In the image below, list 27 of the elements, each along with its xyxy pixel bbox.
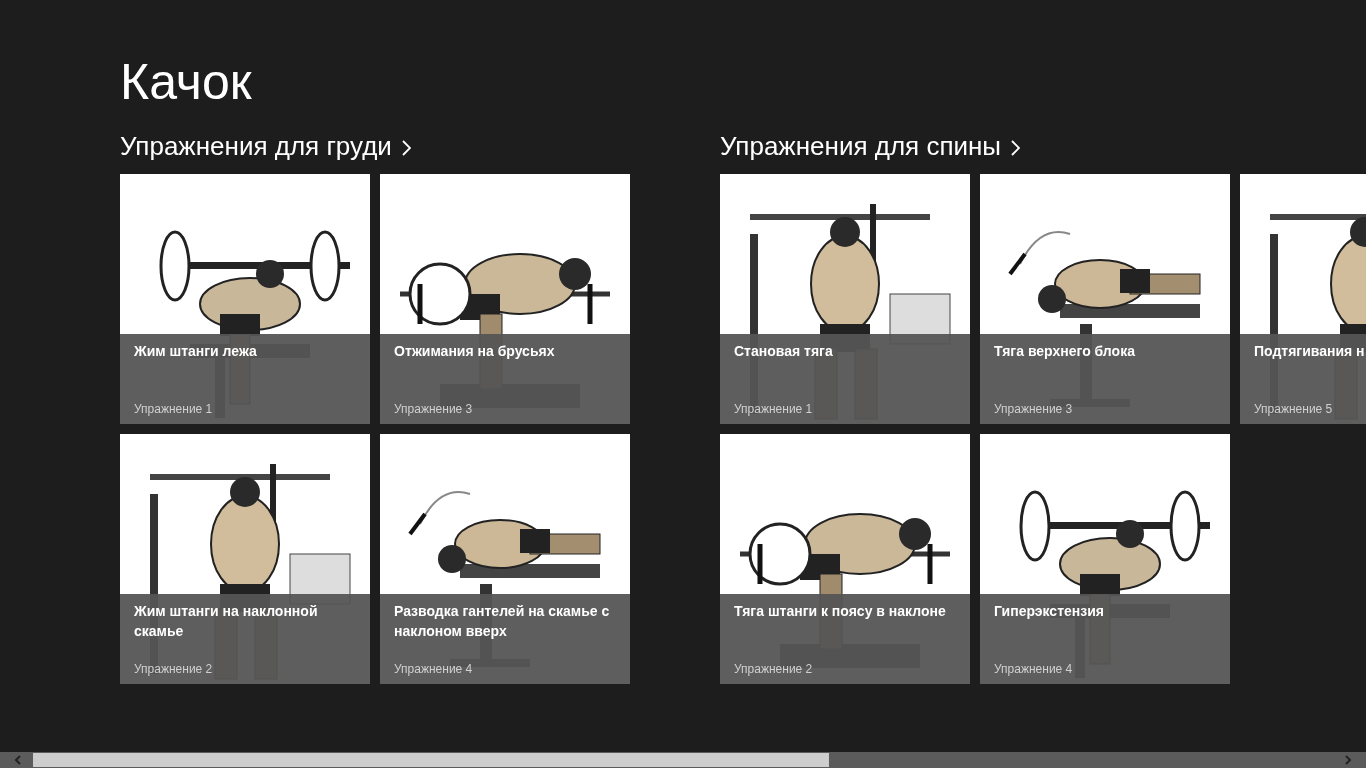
- tile-caption: Упражнение 2: [734, 662, 813, 676]
- tile-title: Жим штанги лежа: [134, 342, 257, 361]
- tile-caption: Упражнение 4: [994, 662, 1073, 676]
- tile-title: Жим штанги на наклонной скамье: [134, 602, 319, 641]
- chevron-icon[interactable]: [401, 140, 411, 156]
- scroll-left-icon[interactable]: [14, 755, 22, 765]
- tile-title: Тяга штанги к поясу в наклоне: [734, 602, 946, 621]
- tile-title: Отжимания на брусьях: [394, 342, 555, 361]
- tile-title: Становая тяга: [734, 342, 833, 361]
- tile-caption: Упражнение 2: [134, 662, 213, 676]
- tile-title: Тяга верхнего блока: [994, 342, 1135, 361]
- tile-title: Гиперэкстензия: [994, 602, 1104, 621]
- tile-caption: Упражнение 3: [394, 402, 473, 416]
- tile-caption: Упражнение 3: [994, 402, 1073, 416]
- scroll-thumb[interactable]: [33, 753, 829, 767]
- tile-caption: Упражнение 4: [394, 662, 473, 676]
- chevron-icon[interactable]: [1011, 140, 1021, 156]
- tile-caption: Упражнение 1: [734, 402, 813, 416]
- scrollbar[interactable]: [0, 752, 1366, 768]
- tile-title: Разводка гантелей на скамье с наклоном вверх: [394, 602, 611, 641]
- section-heading[interactable]: Упражнения для груди: [120, 130, 392, 162]
- scroll-right-icon[interactable]: [1344, 755, 1352, 765]
- tile-title: Подтягивания н: [1254, 342, 1365, 361]
- tile-caption: Упражнение 1: [134, 402, 213, 416]
- app-title: Качок: [120, 53, 252, 112]
- section-heading[interactable]: Упражнения для спины: [720, 130, 1002, 162]
- tile-caption: Упражнение 5: [1254, 402, 1333, 416]
